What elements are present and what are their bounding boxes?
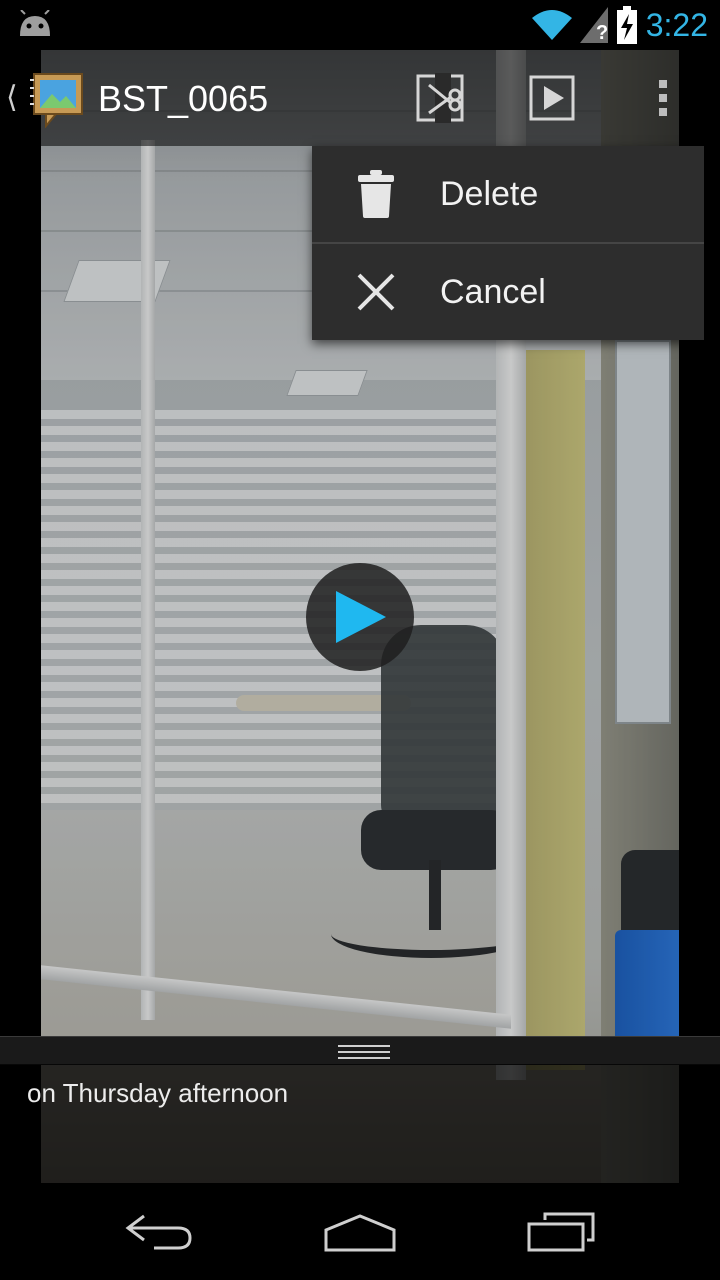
play-slideshow-icon (529, 75, 575, 121)
overflow-dot (659, 94, 667, 102)
drag-handle-icon (338, 1045, 390, 1059)
slideshow-button[interactable] (526, 72, 578, 124)
overflow-dot (659, 80, 667, 88)
svg-text:?: ? (596, 22, 608, 43)
menu-item-label: Cancel (440, 272, 546, 311)
home-button[interactable] (305, 1200, 415, 1264)
wifi-icon (531, 10, 572, 40)
play-button[interactable] (306, 563, 414, 671)
home-icon (324, 1214, 396, 1252)
page-title: BST_0065 (98, 78, 269, 119)
recent-apps-icon (527, 1212, 595, 1252)
play-icon (336, 591, 386, 643)
android-notification-icon (20, 10, 50, 36)
trim-icon (416, 73, 464, 123)
overflow-menu-icon[interactable] (648, 74, 678, 122)
back-button[interactable] (104, 1200, 214, 1264)
gallery-app-icon[interactable] (28, 70, 86, 128)
action-bar: ⟨ BST_0065 (0, 50, 720, 146)
status-bar: ? 3:22 (0, 0, 720, 50)
details-panel: on Thursday afternoon (0, 1064, 720, 1184)
menu-item-delete[interactable]: Delete (312, 146, 704, 242)
close-icon (357, 273, 395, 311)
navigation-bar (0, 1184, 720, 1280)
clock: 3:22 (645, 6, 708, 43)
trim-button[interactable] (414, 72, 466, 124)
details-text: on Thursday afternoon (27, 1078, 289, 1108)
menu-item-cancel[interactable]: Cancel (312, 244, 704, 340)
overflow-menu: Delete Cancel (312, 146, 704, 340)
battery-charging-icon (616, 6, 637, 44)
no-signal-icon: ? (579, 7, 608, 43)
details-drag-handle[interactable] (0, 1036, 720, 1065)
overflow-dot (659, 108, 667, 116)
back-icon (125, 1214, 192, 1250)
recent-apps-button[interactable] (506, 1200, 616, 1264)
trash-icon (358, 170, 394, 218)
up-caret-icon[interactable]: ⟨ (6, 80, 18, 115)
menu-item-label: Delete (440, 174, 539, 213)
